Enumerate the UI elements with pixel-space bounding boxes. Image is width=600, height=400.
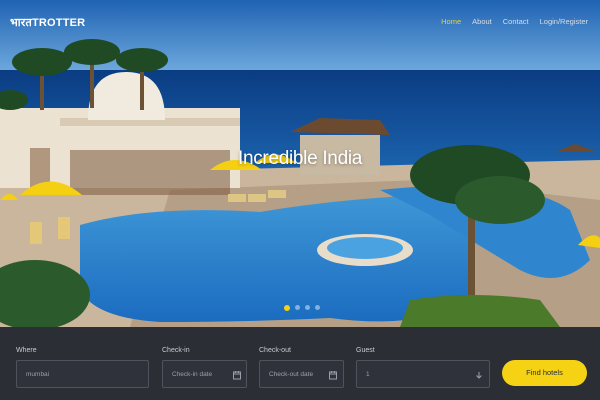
navbar: भारतTROTTER Home About Contact Login/Reg… <box>0 0 600 44</box>
nav-link-login-register[interactable]: Login/Register <box>540 17 588 26</box>
hero-title: Incredible India <box>237 148 363 169</box>
checkin-placeholder: Check-in date <box>172 371 213 378</box>
calendar-icon[interactable] <box>232 370 242 380</box>
guest-label: Guest <box>356 347 375 354</box>
brand-logo-hindi: भारत <box>10 16 32 29</box>
find-hotels-button[interactable]: Find hotels <box>502 360 587 386</box>
checkout-label: Check-out <box>259 347 291 354</box>
nav-link-contact[interactable]: Contact <box>503 17 529 26</box>
brand-logo-latin: TROTTER <box>31 17 86 29</box>
where-input[interactable]: mumbai <box>16 360 149 388</box>
nav-links: Home About Contact Login/Register <box>441 17 588 26</box>
brand-logo[interactable]: भारतTROTTER <box>10 15 85 30</box>
calendar-icon[interactable] <box>328 370 338 380</box>
guest-select[interactable]: 1 <box>356 360 490 388</box>
carousel-dot-3[interactable] <box>305 305 310 310</box>
carousel-indicators <box>284 304 320 311</box>
carousel-dot-4[interactable] <box>315 305 320 310</box>
checkout-placeholder: Check-out date <box>269 371 314 378</box>
checkin-input[interactable]: Check-in date <box>162 360 247 388</box>
checkin-label: Check-in <box>162 347 190 354</box>
where-label: Where <box>16 347 37 354</box>
carousel-dot-1[interactable] <box>284 304 290 311</box>
carousel-dot-2[interactable] <box>295 305 300 310</box>
hotel-search-bar: Where mumbai Check-in Check-in date Chec… <box>0 327 600 400</box>
where-input-value: mumbai <box>26 371 50 378</box>
nav-link-about[interactable]: About <box>472 17 492 26</box>
nav-link-home[interactable]: Home <box>441 17 461 26</box>
hero-section: भारतTROTTER Home About Contact Login/Reg… <box>0 0 600 327</box>
guest-select-value: 1 <box>366 371 370 378</box>
checkout-input[interactable]: Check-out date <box>259 360 344 388</box>
chevron-down-icon <box>476 372 482 379</box>
